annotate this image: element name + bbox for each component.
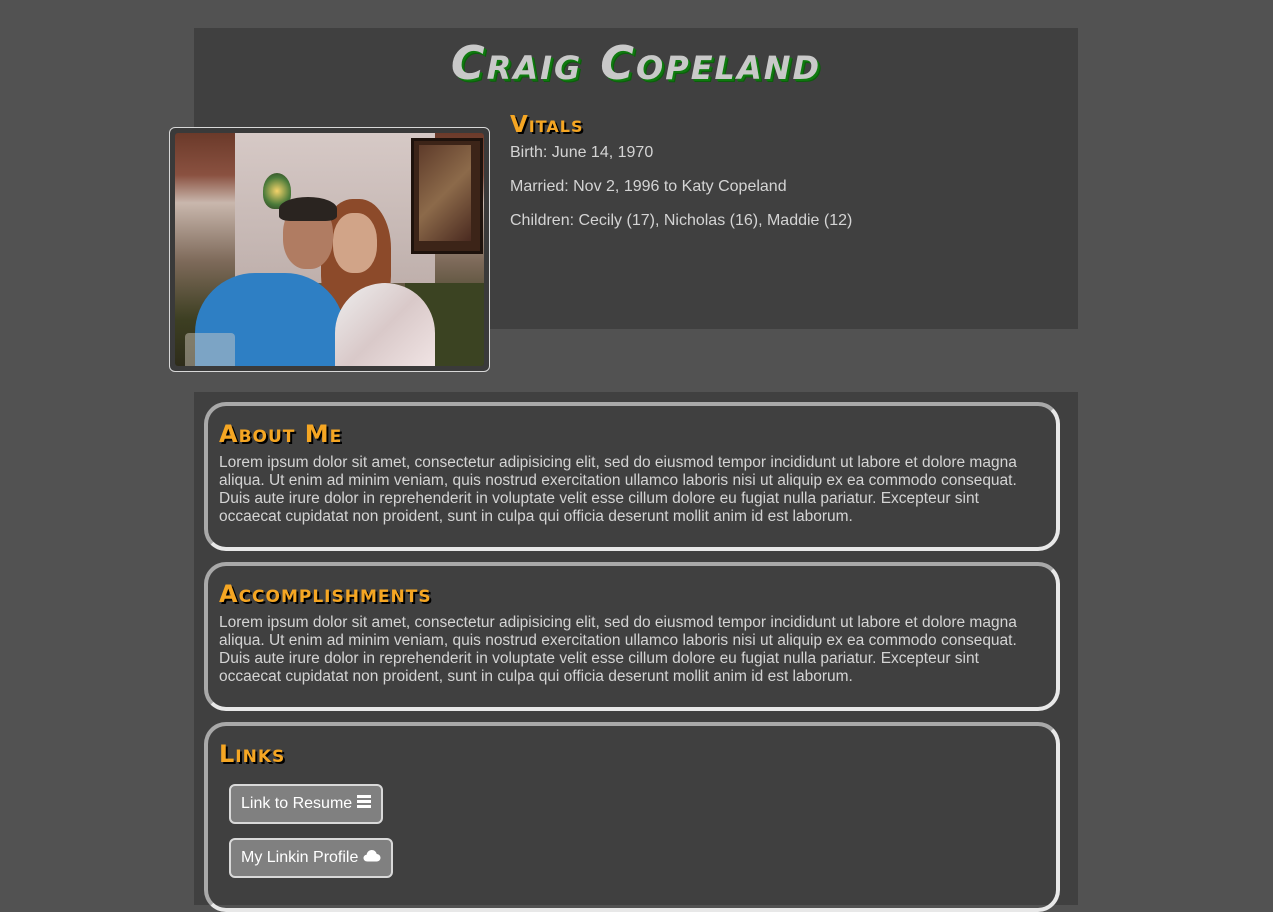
accomplishments-heading: Accomplishments (219, 580, 432, 608)
links-heading: Links (219, 740, 286, 768)
page-title: Craig Copeland (450, 36, 822, 90)
vital-married: Married: Nov 2, 1996 to Katy Copeland (510, 178, 787, 195)
profile-photo (169, 127, 490, 372)
content-panel: About Me Lorem ipsum dolor sit amet, con… (194, 392, 1078, 912)
about-me-text: Lorem ipsum dolor sit amet, consectetur … (219, 454, 1017, 525)
linkedin-profile-button[interactable]: My Linkin Profile (229, 838, 394, 878)
about-me-heading: About Me (219, 420, 343, 448)
accomplishments-text: Lorem ipsum dolor sit amet, consectetur … (219, 614, 1017, 685)
resume-link-button[interactable]: Link to Resume (229, 784, 384, 824)
couple-photo-image (175, 133, 484, 366)
links-card: Links Link to Resume My Linkin Profile (204, 722, 1060, 912)
vital-children: Children: Cecily (17), Nicholas (16), Ma… (510, 212, 853, 229)
vitals-section: Vitals Birth: June 14, 1970 Married: Nov… (510, 112, 852, 246)
about-me-card: About Me Lorem ipsum dolor sit amet, con… (204, 402, 1060, 551)
vital-birth: Birth: June 14, 1970 (510, 144, 654, 161)
accomplishments-card: Accomplishments Lorem ipsum dolor sit am… (204, 562, 1060, 711)
linkedin-link-label: My Linkin Profile (241, 849, 359, 866)
menu-lines-icon (357, 795, 372, 813)
cloud-icon (363, 849, 381, 867)
vitals-heading: Vitals (510, 112, 584, 138)
resume-link-label: Link to Resume (241, 795, 353, 812)
